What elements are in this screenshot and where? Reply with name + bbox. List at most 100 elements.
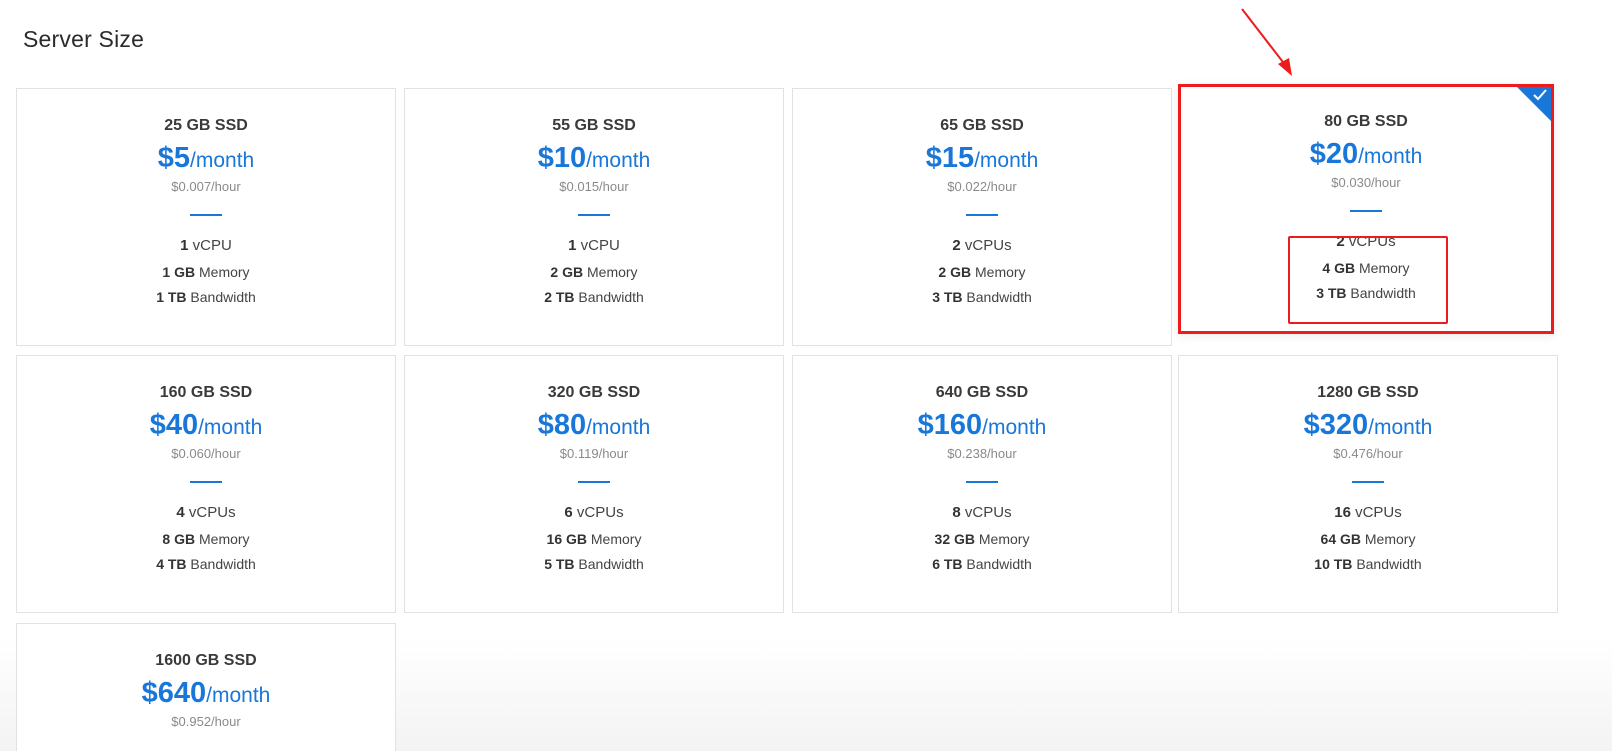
plan-cpu: 2 vCPUs xyxy=(793,233,1171,258)
plan-disk: 80 GB SSD xyxy=(1324,113,1408,130)
plan-specs: 2 vCPUs 4 GB Memory 3 TB Bandwidth xyxy=(1181,229,1551,306)
plan-memory: 1 GB Memory xyxy=(17,260,395,285)
plan-card-55gb[interactable]: 55 GB SSD $10/month $0.015/hour 1 vCPU 2… xyxy=(404,88,784,346)
plan-disk: 55 GB SSD xyxy=(552,117,636,134)
plan-specs: 16 vCPUs 64 GB Memory 10 TB Bandwidth xyxy=(1179,500,1557,577)
plan-cpu: 8 vCPUs xyxy=(793,500,1171,525)
plan-disk: 320 GB SSD xyxy=(547,384,641,401)
plan-memory-unit: Memory xyxy=(590,531,642,547)
plan-divider xyxy=(966,481,998,483)
plan-price: $640/month xyxy=(17,676,395,710)
plan-memory-value: 2 GB xyxy=(550,264,584,280)
plan-memory-value: 1 GB xyxy=(162,264,196,280)
plan-divider xyxy=(190,214,222,216)
plan-price-unit: /month xyxy=(1358,145,1423,168)
plan-cpu: 6 vCPUs xyxy=(405,500,783,525)
plan-specs: 1 vCPU 2 GB Memory 2 TB Bandwidth xyxy=(405,233,783,310)
plan-price: $15/month xyxy=(793,141,1171,175)
plan-price-amount: $40 xyxy=(149,409,199,441)
plan-price-unit: /month xyxy=(982,416,1047,439)
plan-divider xyxy=(578,214,610,216)
plan-memory: 2 GB Memory xyxy=(793,260,1171,285)
plan-memory: 8 GB Memory xyxy=(17,527,395,552)
plan-card-25gb[interactable]: 25 GB SSD $5/month $0.007/hour 1 vCPU 1 … xyxy=(16,88,396,346)
plan-bandwidth-value: 6 TB xyxy=(932,556,963,572)
plan-card-320gb[interactable]: 320 GB SSD $80/month $0.119/hour 6 vCPUs… xyxy=(404,355,784,613)
plan-memory-unit: Memory xyxy=(587,264,638,280)
plan-cpu-unit: vCPUs xyxy=(1355,504,1402,521)
plan-cpu-unit: vCPUs xyxy=(576,504,624,521)
plan-memory-unit: Memory xyxy=(1359,260,1410,276)
plan-cpu-value: 16 xyxy=(1334,504,1351,521)
plan-hourly-price: $0.060/hour xyxy=(171,446,241,461)
plan-memory-unit: Memory xyxy=(1364,531,1416,547)
plan-hourly-price: $0.119/hour xyxy=(559,446,629,461)
plan-specs: 4 vCPUs 8 GB Memory 4 TB Bandwidth xyxy=(17,500,395,577)
plan-bandwidth-unit: Bandwidth xyxy=(578,289,644,305)
plan-price: $160/month xyxy=(793,408,1171,442)
plan-bandwidth-value: 3 TB xyxy=(932,289,963,305)
plan-card-1280gb[interactable]: 1280 GB SSD $320/month $0.476/hour 16 vC… xyxy=(1178,355,1558,613)
plan-hourly-price: $0.476/hour xyxy=(1333,446,1403,461)
plan-card-160gb[interactable]: 160 GB SSD $40/month $0.060/hour 4 vCPUs… xyxy=(16,355,396,613)
plan-price-amount: $15 xyxy=(925,142,975,174)
plan-cpu-unit: vCPUs xyxy=(1348,233,1396,250)
plan-disk: 160 GB SSD xyxy=(159,384,253,401)
plan-bandwidth-value: 2 TB xyxy=(544,289,575,305)
plan-price-amount: $20 xyxy=(1309,138,1359,170)
plan-price-amount: $5 xyxy=(157,142,191,174)
plan-specs: 8 vCPUs 32 GB Memory 6 TB Bandwidth xyxy=(793,500,1171,577)
plan-cpu-value: 1 xyxy=(568,237,577,254)
plan-price: $20/month xyxy=(1181,137,1551,171)
plan-memory: 32 GB Memory xyxy=(793,527,1171,552)
plan-divider xyxy=(190,481,222,483)
plan-memory-value: 32 GB xyxy=(934,531,975,547)
plan-price-unit: /month xyxy=(586,416,651,439)
plan-card-65gb[interactable]: 65 GB SSD $15/month $0.022/hour 2 vCPUs … xyxy=(792,88,1172,346)
plan-bandwidth: 3 TB Bandwidth xyxy=(1181,281,1551,306)
plan-card-1600gb[interactable]: 1600 GB SSD $640/month $0.952/hour xyxy=(16,623,396,751)
plan-bandwidth: 1 TB Bandwidth xyxy=(17,285,395,310)
plan-price-amount: $10 xyxy=(537,142,587,174)
plan-cpu: 1 vCPU xyxy=(17,233,395,258)
plan-hourly-price: $0.952/hour xyxy=(171,714,241,729)
plan-price: $80/month xyxy=(405,408,783,442)
plan-cpu: 4 vCPUs xyxy=(17,500,395,525)
page-title: Server Size xyxy=(23,26,145,52)
plan-card-640gb[interactable]: 640 GB SSD $160/month $0.238/hour 8 vCPU… xyxy=(792,355,1172,613)
plan-memory-value: 16 GB xyxy=(546,531,587,547)
plan-cpu-value: 6 xyxy=(564,504,573,521)
plan-memory-unit: Memory xyxy=(199,264,250,280)
plan-card-80gb-selected[interactable]: 80 GB SSD $20/month $0.030/hour 2 vCPUs … xyxy=(1178,84,1554,334)
plan-cpu-unit: vCPUs xyxy=(964,504,1012,521)
plan-bandwidth-value: 10 TB xyxy=(1314,556,1353,572)
plan-bandwidth-value: 4 TB xyxy=(156,556,187,572)
plan-price: $320/month xyxy=(1179,408,1557,442)
plan-price-amount: $160 xyxy=(917,409,983,441)
plan-hourly-price: $0.007/hour xyxy=(171,179,241,194)
plan-bandwidth-unit: Bandwidth xyxy=(966,556,1032,572)
plan-bandwidth: 10 TB Bandwidth xyxy=(1179,552,1557,577)
plan-memory-unit: Memory xyxy=(978,531,1030,547)
plan-bandwidth-unit: Bandwidth xyxy=(578,556,644,572)
plan-memory-value: 64 GB xyxy=(1320,531,1361,547)
plan-divider xyxy=(1352,481,1384,483)
plan-disk: 1600 GB SSD xyxy=(155,652,257,669)
plan-bandwidth-value: 3 TB xyxy=(1316,285,1347,301)
plan-bandwidth: 5 TB Bandwidth xyxy=(405,552,783,577)
plan-memory-unit: Memory xyxy=(199,531,250,547)
plan-price-amount: $640 xyxy=(141,677,207,709)
plan-cpu-value: 1 xyxy=(180,237,189,254)
plan-bandwidth-value: 1 TB xyxy=(156,289,187,305)
plan-cpu: 2 vCPUs xyxy=(1181,229,1551,254)
plan-price-unit: /month xyxy=(198,416,263,439)
plan-bandwidth: 3 TB Bandwidth xyxy=(793,285,1171,310)
plan-cpu: 16 vCPUs xyxy=(1179,500,1557,525)
plan-hourly-price: $0.030/hour xyxy=(1331,175,1401,190)
plan-memory-value: 8 GB xyxy=(162,531,196,547)
plan-price-unit: /month xyxy=(586,149,651,172)
plan-price-unit: /month xyxy=(206,684,271,707)
plan-price: $5/month xyxy=(17,141,395,175)
plan-cpu-value: 2 xyxy=(952,237,961,254)
plan-bandwidth-unit: Bandwidth xyxy=(1350,285,1416,301)
